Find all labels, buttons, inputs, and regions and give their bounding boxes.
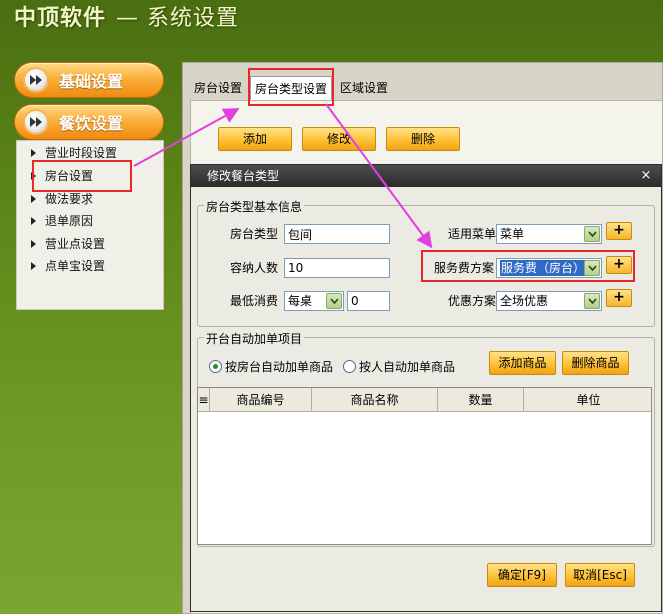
- auto-add-legend: 开台自动加单项目: [204, 330, 305, 347]
- app-title: 中顶软件 — 系统设置: [14, 4, 239, 38]
- bullet-arrow-icon: [31, 262, 36, 270]
- min-consumption-input[interactable]: [347, 291, 390, 311]
- tab-room-settings[interactable]: 房台设置: [190, 76, 246, 100]
- col-goods-name[interactable]: 商品名称: [312, 388, 438, 412]
- goods-table-header: ≡ 商品编号 商品名称 数量 单位: [198, 388, 651, 412]
- discount-select[interactable]: 全场优惠: [496, 291, 602, 311]
- bullet-arrow-icon: [31, 172, 36, 180]
- tab-room-type-settings[interactable]: 房台类型设置: [250, 76, 333, 100]
- tab-area-settings[interactable]: 区域设置: [336, 76, 392, 100]
- discount-value: 全场优惠: [500, 294, 549, 308]
- title-dash: —: [116, 6, 140, 31]
- chevron-down-icon: [584, 260, 600, 276]
- cancel-button[interactable]: 取消[Esc]: [565, 563, 635, 587]
- submenu-item-business-hours[interactable]: 营业时段设置: [31, 143, 118, 163]
- submenu-label: 营业时段设置: [45, 146, 118, 160]
- submenu-item-order-treasure[interactable]: 点单宝设置: [31, 256, 106, 276]
- add-button[interactable]: 添加: [218, 127, 292, 151]
- fast-forward-icon: [25, 111, 47, 133]
- radio-by-room-label: 按房台自动加单商品: [225, 360, 334, 374]
- radio-by-room[interactable]: 按房台自动加单商品: [209, 358, 333, 375]
- bullet-arrow-icon: [31, 240, 36, 248]
- add-discount-button[interactable]: +: [606, 289, 632, 307]
- delete-goods-button[interactable]: 删除商品: [562, 351, 629, 375]
- room-type-input[interactable]: [284, 224, 390, 244]
- submenu-item-return-reasons[interactable]: 退单原因: [31, 211, 94, 231]
- col-quantity[interactable]: 数量: [438, 388, 524, 412]
- col-goods-code[interactable]: 商品编号: [210, 388, 312, 412]
- discount-label: 优惠方案: [448, 294, 497, 308]
- brand-name: 中顶软件: [14, 6, 107, 31]
- basic-info-legend: 房台类型基本信息: [204, 198, 305, 215]
- submenu-item-room-settings[interactable]: 房台设置: [31, 166, 94, 186]
- submenu-label: 点单宝设置: [45, 259, 106, 273]
- edit-button[interactable]: 修改: [302, 127, 376, 151]
- radio-unchecked-icon: [343, 360, 356, 373]
- room-type-label: 房台类型: [230, 227, 279, 241]
- submenu-label: 做法要求: [45, 192, 94, 206]
- radio-by-person[interactable]: 按人自动加单商品: [343, 358, 455, 375]
- edit-table-type-dialog: 修改餐台类型 × 房台类型基本信息 房台类型 容纳人数 最低消费 每桌 适用菜单…: [190, 164, 662, 612]
- submenu-label: 退单原因: [45, 214, 94, 228]
- delete-button[interactable]: 删除: [386, 127, 460, 151]
- bullet-arrow-icon: [31, 217, 36, 225]
- dialog-title: 修改餐台类型: [207, 169, 280, 183]
- submenu-item-business-points[interactable]: 营业点设置: [31, 234, 106, 254]
- row-handle-icon: ≡: [198, 388, 210, 412]
- chevron-down-icon: [326, 293, 342, 309]
- min-consumption-label: 最低消费: [230, 294, 279, 308]
- menu-value: 菜单: [500, 227, 525, 241]
- catering-submenu: 营业时段设置 房台设置 做法要求 退单原因 营业点设置 点单宝设置: [16, 140, 164, 310]
- min-consumption-mode-select[interactable]: 每桌: [284, 291, 344, 311]
- radio-by-person-label: 按人自动加单商品: [359, 360, 456, 374]
- add-goods-button[interactable]: 添加商品: [489, 351, 556, 375]
- section-title: 系统设置: [147, 6, 240, 31]
- menu-label: 适用菜单: [448, 227, 497, 241]
- submenu-item-cooking-requirements[interactable]: 做法要求: [31, 189, 94, 209]
- capacity-label: 容纳人数: [230, 261, 279, 275]
- submenu-label: 营业点设置: [45, 237, 106, 251]
- radio-checked-icon: [209, 360, 222, 373]
- add-service-fee-button[interactable]: +: [606, 256, 632, 274]
- goods-table: ≡ 商品编号 商品名称 数量 单位: [197, 387, 652, 545]
- fast-forward-icon: [25, 69, 47, 91]
- menu-select[interactable]: 菜单: [496, 224, 602, 244]
- min-consumption-mode-value: 每桌: [288, 294, 313, 308]
- service-fee-value: 服务费（房台）: [500, 260, 587, 276]
- nav-basic-settings-button[interactable]: 基础设置: [14, 62, 164, 98]
- basic-info-group: 房台类型基本信息 房台类型 容纳人数 最低消费 每桌 适用菜单 菜单 + 服务费…: [197, 198, 655, 327]
- col-unit[interactable]: 单位: [524, 388, 653, 412]
- nav-catering-settings-button[interactable]: 餐饮设置: [14, 104, 164, 140]
- dialog-titlebar: 修改餐台类型 ×: [191, 165, 661, 187]
- close-icon[interactable]: ×: [639, 168, 653, 184]
- chevron-down-icon: [584, 293, 600, 309]
- nav-basic-settings-label: 基础设置: [59, 72, 124, 91]
- service-fee-label: 服务费方案: [434, 261, 495, 275]
- capacity-input[interactable]: [284, 258, 390, 278]
- ok-button[interactable]: 确定[F9]: [487, 563, 557, 587]
- add-menu-button[interactable]: +: [606, 222, 632, 240]
- bullet-arrow-icon: [31, 149, 36, 157]
- bullet-arrow-icon: [31, 195, 36, 203]
- service-fee-select[interactable]: 服务费（房台）: [496, 258, 602, 278]
- nav-catering-settings-label: 餐饮设置: [59, 114, 124, 133]
- chevron-down-icon: [584, 226, 600, 242]
- submenu-label: 房台设置: [45, 169, 94, 183]
